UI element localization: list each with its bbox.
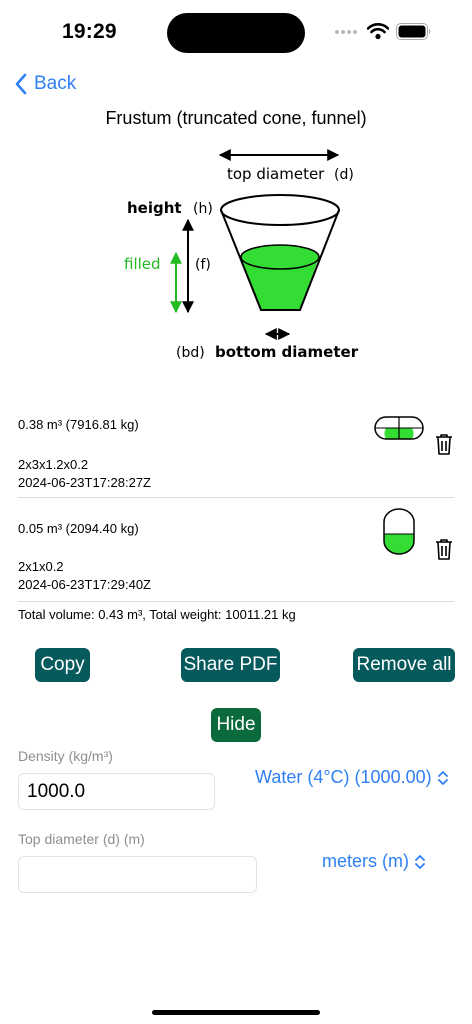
top-diameter-label: top diameter (227, 165, 325, 183)
chevron-left-icon (15, 73, 27, 95)
record-summary: 0.05 m³ (2094.40 kg) (18, 521, 139, 536)
material-picker-value: Water (4°C) (1000.00) (255, 767, 432, 787)
status-time: 19:29 (62, 20, 117, 43)
height-label: height (127, 199, 182, 217)
top-diameter-field-label: Top diameter (d) (m) (18, 831, 145, 847)
material-picker[interactable]: Water (4°C) (1000.00) (255, 767, 448, 788)
divider (18, 601, 454, 602)
unit-picker[interactable]: meters (m) (322, 851, 425, 872)
divider (18, 497, 454, 498)
status-bar: 19:29 (0, 0, 472, 64)
bottom-diameter-label: bottom diameter (215, 343, 359, 361)
wifi-icon (367, 23, 389, 40)
page-title: Frustum (truncated cone, funnel) (105, 108, 367, 128)
filled-symbol: (f) (195, 257, 211, 273)
cellular-signal-icon (335, 30, 357, 34)
frustum-diagram: top diameter (d) height (h) filled (f) (… (124, 149, 359, 361)
home-indicator (152, 1010, 320, 1015)
chevron-up-down-icon (415, 854, 425, 869)
remove-all-button[interactable]: Remove all (353, 648, 455, 682)
trash-icon[interactable] (434, 538, 454, 560)
record-dimensions: 2x3x1.2x0.2 (18, 457, 89, 472)
top-diameter-input[interactable] (18, 856, 257, 893)
record-dimensions: 2x1x0.2 (18, 559, 64, 574)
funnel-fill-surface (240, 244, 320, 270)
record-timestamp: 2024-06-23T17:29:40Z (18, 577, 151, 592)
back-label: Back (34, 73, 77, 94)
density-label: Density (kg/m³) (18, 748, 113, 764)
record-timestamp: 2024-06-23T17:28:27Z (18, 475, 151, 490)
height-symbol: (h) (193, 201, 213, 217)
chevron-up-down-icon (437, 770, 448, 785)
filled-label: filled (124, 255, 161, 273)
unit-picker-value: meters (m) (322, 851, 409, 871)
funnel-top-rim (220, 194, 340, 226)
record-summary: 0.38 m³ (7916.81 kg) (18, 417, 139, 432)
share-pdf-button[interactable]: Share PDF (181, 648, 280, 682)
vertical-tank-icon (383, 508, 415, 555)
hide-button[interactable]: Hide (211, 708, 261, 742)
horizontal-tank-icon (374, 416, 424, 440)
top-diameter-symbol: (d) (334, 167, 354, 183)
copy-button[interactable]: Copy (35, 648, 90, 682)
density-input[interactable]: 1000.0 (18, 773, 215, 810)
total-summary: Total volume: 0.43 m³, Total weight: 100… (18, 607, 296, 622)
battery-icon (396, 23, 431, 40)
trash-icon[interactable] (434, 433, 454, 455)
bottom-diameter-symbol: (bd) (176, 345, 205, 361)
back-button[interactable]: Back (14, 70, 76, 98)
dynamic-island (167, 13, 305, 53)
